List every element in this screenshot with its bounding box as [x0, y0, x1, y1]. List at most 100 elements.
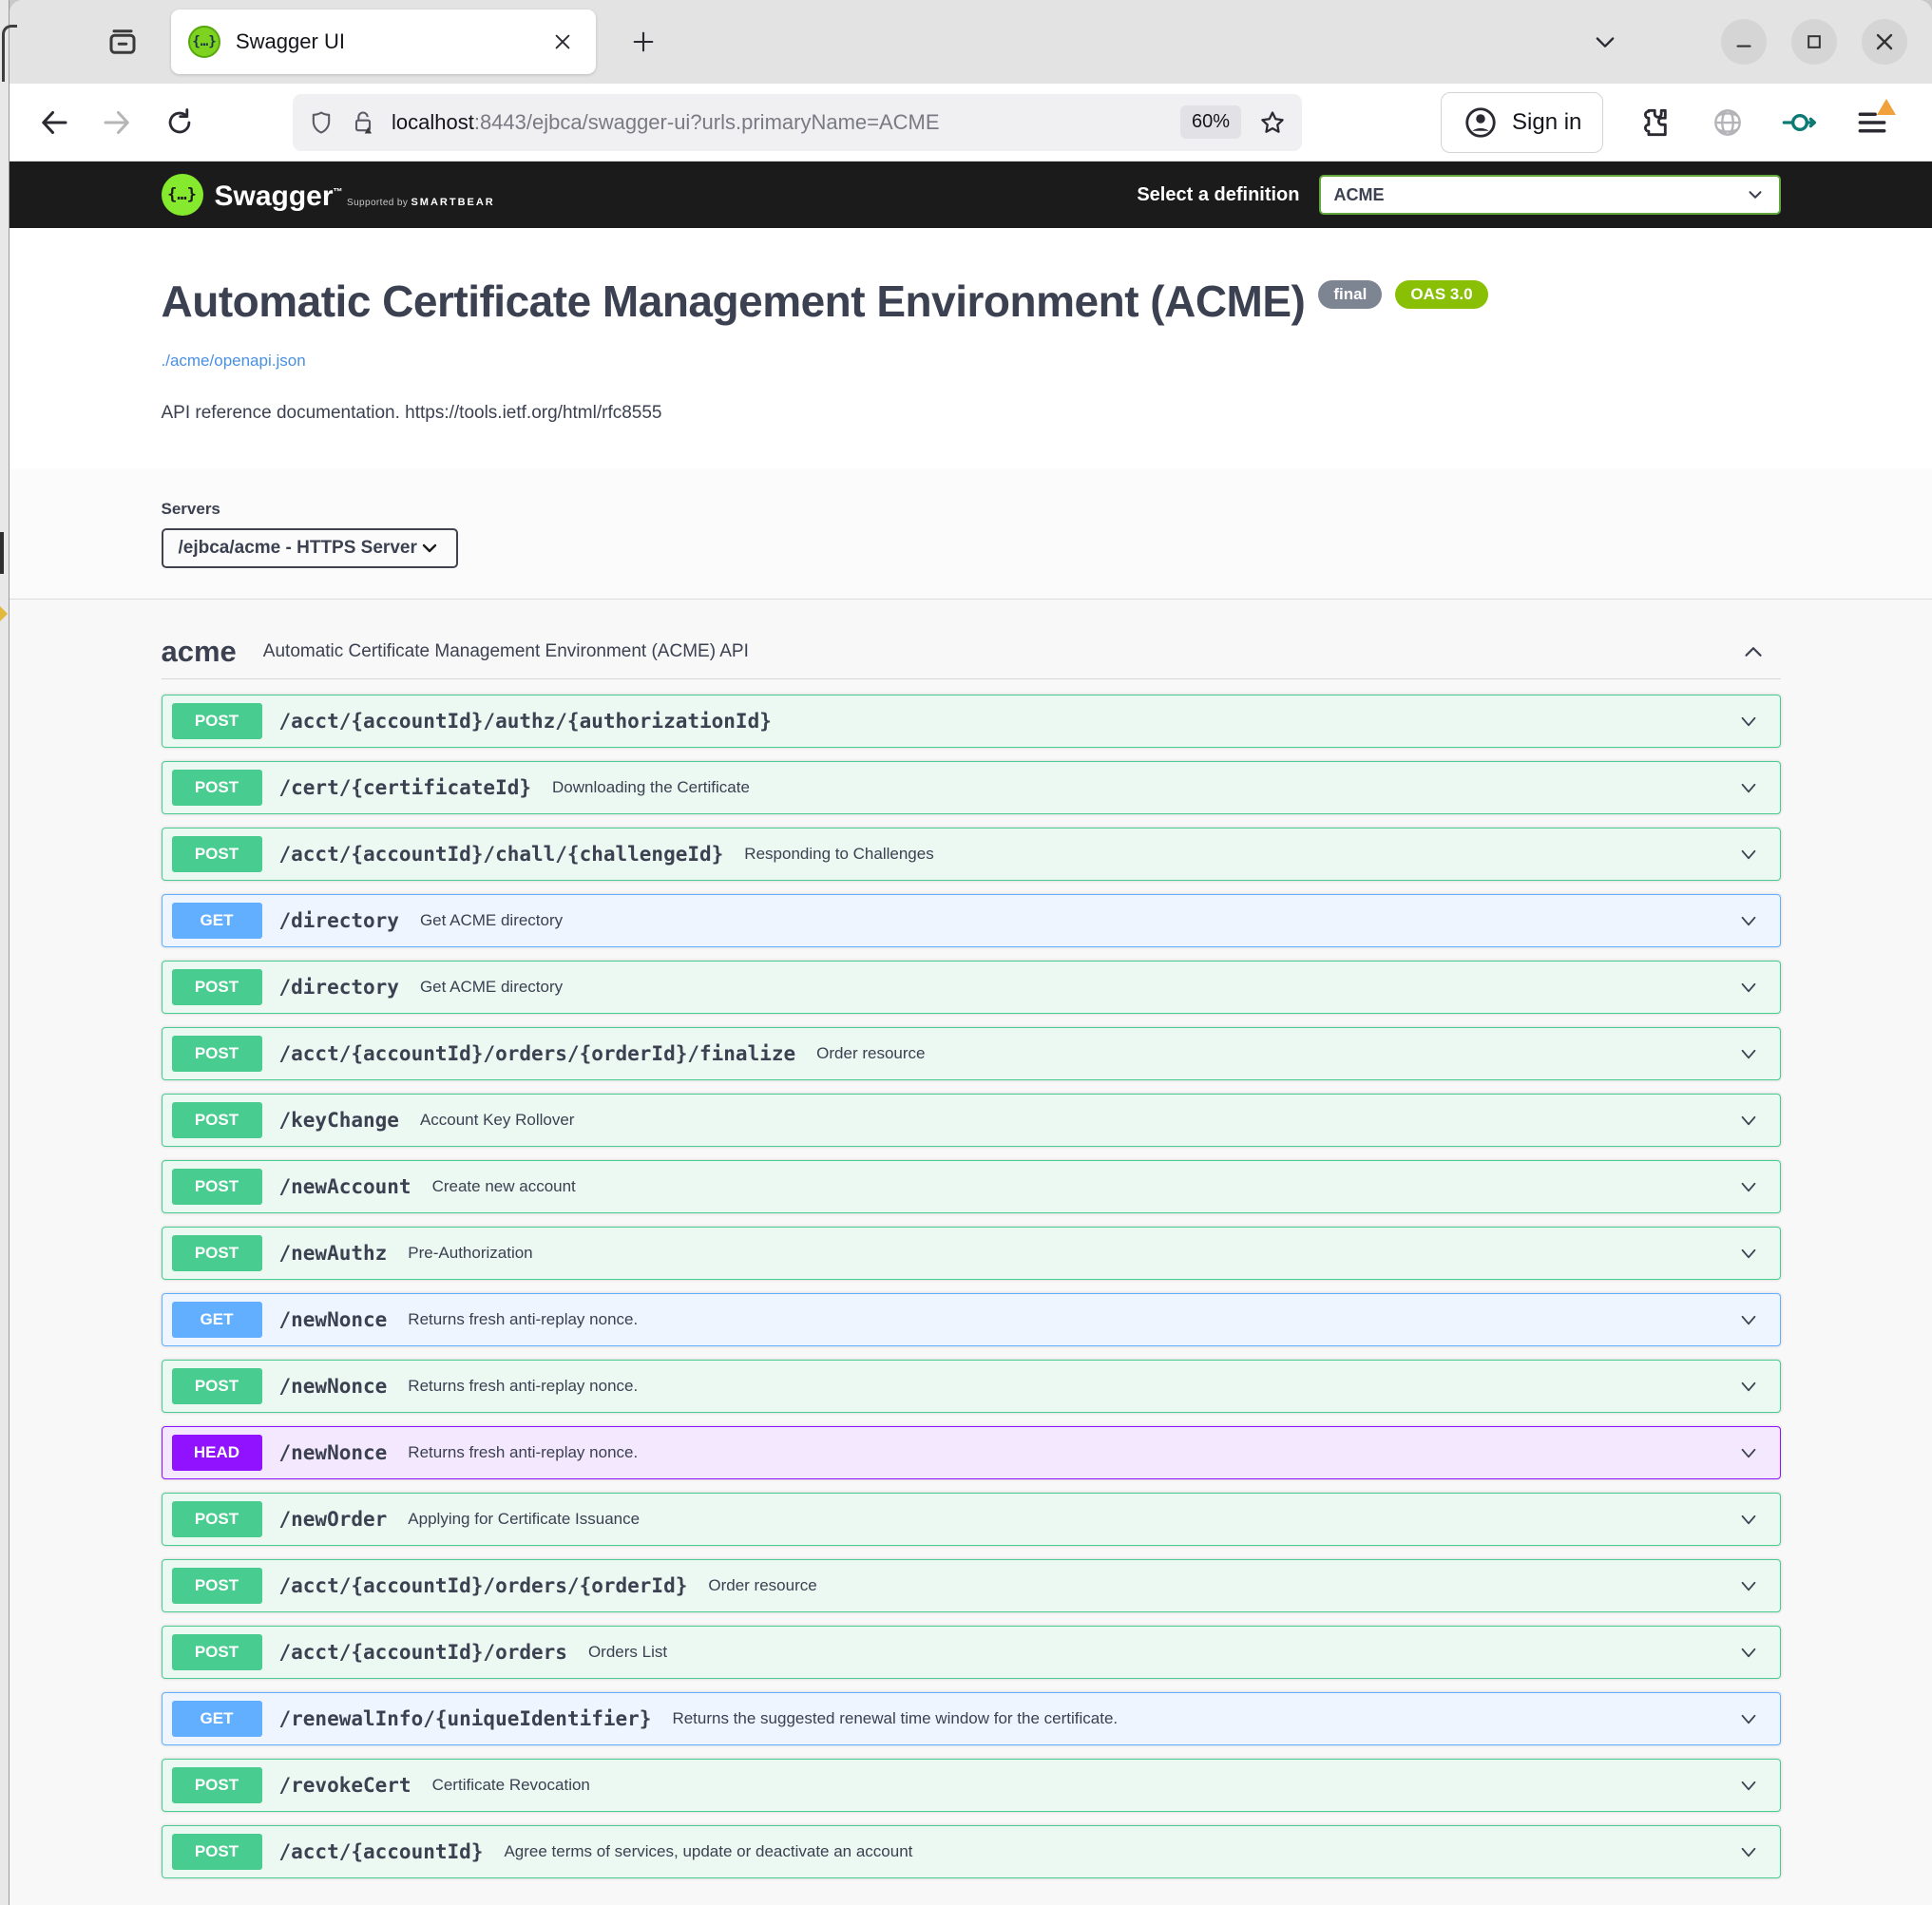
shield-icon[interactable]	[308, 109, 335, 136]
list-all-tabs-icon[interactable]	[1592, 29, 1618, 55]
endpoint-row[interactable]: POST /acct/{accountId}/orders Orders Lis…	[162, 1626, 1781, 1679]
endpoint-row[interactable]: POST /acct/{accountId}/orders/{orderId}/…	[162, 1027, 1781, 1080]
minimize-button[interactable]	[1721, 19, 1767, 65]
chevron-down-icon[interactable]	[1736, 775, 1761, 800]
back-button[interactable]	[36, 105, 72, 141]
chevron-down-icon[interactable]	[1736, 1573, 1761, 1598]
chevron-down-icon[interactable]	[1736, 1108, 1761, 1133]
tab-bar: {…} Swagger UI	[10, 0, 1932, 84]
swagger-logo: {…} Swagger™ Supported by SMARTBEAR	[162, 174, 495, 216]
endpoint-row[interactable]: POST /newAuthz Pre-Authorization	[162, 1227, 1781, 1280]
sign-in-button[interactable]: Sign in	[1441, 92, 1603, 153]
account-icon	[1463, 105, 1499, 141]
chevron-down-icon[interactable]	[1736, 1041, 1761, 1066]
endpoint-summary: Order resource	[708, 1576, 816, 1595]
endpoint-summary: Responding to Challenges	[744, 845, 933, 864]
new-tab-button[interactable]	[621, 19, 666, 65]
servers-select[interactable]: /ejbca/acme - HTTPS Server	[162, 528, 458, 568]
endpoint-row[interactable]: POST /acct/{accountId}/authz/{authorizat…	[162, 695, 1781, 748]
tab-title: Swagger UI	[236, 29, 546, 54]
chevron-down-icon[interactable]	[1736, 1640, 1761, 1665]
menu-hamburger-icon[interactable]	[1852, 103, 1892, 143]
endpoint-summary: Returns the suggested renewal time windo…	[672, 1709, 1118, 1728]
chevron-down-icon[interactable]	[1736, 1440, 1761, 1465]
chevron-down-icon[interactable]	[1736, 975, 1761, 1000]
endpoint-row[interactable]: POST /keyChange Account Key Rollover	[162, 1094, 1781, 1147]
method-badge: POST	[172, 1834, 262, 1870]
address-bar[interactable]: localhost:8443/ejbca/swagger-ui?urls.pri…	[293, 94, 1302, 151]
close-window-button[interactable]	[1862, 19, 1907, 65]
endpoint-path: /newAuthz	[279, 1242, 388, 1265]
endpoint-row[interactable]: POST /revokeCert Certificate Revocation	[162, 1759, 1781, 1812]
proxy-connection-icon[interactable]	[1780, 103, 1820, 143]
bookmark-star-icon[interactable]	[1258, 108, 1287, 137]
chevron-down-icon[interactable]	[1736, 1374, 1761, 1399]
endpoint-summary: Orders List	[588, 1643, 667, 1662]
api-info-section: Automatic Certificate Management Environ…	[10, 228, 1932, 469]
endpoint-row[interactable]: GET /renewalInfo/{uniqueIdentifier} Retu…	[162, 1692, 1781, 1745]
endpoint-row[interactable]: HEAD /newNonce Returns fresh anti-replay…	[162, 1426, 1781, 1479]
method-badge: POST	[172, 836, 262, 872]
globe-icon[interactable]	[1708, 103, 1748, 143]
chevron-down-icon[interactable]	[1736, 1174, 1761, 1199]
definition-select[interactable]: ACME	[1319, 175, 1781, 215]
tab-close-icon[interactable]	[546, 26, 579, 58]
chevron-down-icon[interactable]	[1736, 1706, 1761, 1731]
sign-in-label: Sign in	[1512, 109, 1581, 136]
swagger-topbar: {…} Swagger™ Supported by SMARTBEAR Sele…	[10, 162, 1932, 228]
endpoint-row[interactable]: GET /directory Get ACME directory	[162, 894, 1781, 947]
endpoint-summary: Returns fresh anti-replay nonce.	[408, 1443, 638, 1462]
method-badge: POST	[172, 1767, 262, 1803]
chevron-down-icon[interactable]	[1736, 1241, 1761, 1266]
tag-header[interactable]: acme Automatic Certificate Management En…	[162, 624, 1781, 679]
chevron-down-icon[interactable]	[1736, 1839, 1761, 1864]
endpoint-path: /acct/{accountId}	[279, 1840, 484, 1863]
chevron-down-icon[interactable]	[1736, 709, 1761, 733]
method-badge: POST	[172, 770, 262, 806]
endpoint-row[interactable]: POST /acct/{accountId} Agree terms of se…	[162, 1825, 1781, 1878]
endpoint-summary: Get ACME directory	[420, 978, 563, 997]
swagger-favicon-icon: {…}	[188, 26, 220, 58]
browser-tab[interactable]: {…} Swagger UI	[171, 10, 596, 74]
openapi-spec-link[interactable]: ./acme/openapi.json	[162, 352, 1781, 371]
firefox-view-icon[interactable]	[103, 22, 143, 62]
reload-button[interactable]	[162, 105, 198, 141]
endpoint-path: /directory	[279, 909, 399, 932]
endpoint-summary: Get ACME directory	[420, 911, 563, 930]
chevron-down-icon[interactable]	[1736, 842, 1761, 867]
chevron-down-icon[interactable]	[1736, 1507, 1761, 1532]
endpoint-path: /newAccount	[279, 1175, 411, 1198]
chevron-down-icon	[1745, 184, 1766, 205]
endpoint-row[interactable]: POST /newAccount Create new account	[162, 1160, 1781, 1213]
servers-section: Servers /ejbca/acme - HTTPS Server	[10, 469, 1932, 600]
forward-button[interactable]	[99, 105, 135, 141]
endpoint-row[interactable]: POST /newOrder Applying for Certificate …	[162, 1493, 1781, 1546]
zoom-level-badge[interactable]: 60%	[1180, 105, 1241, 139]
url-path: :8443/ejbca/swagger-ui?urls.primaryName=…	[474, 110, 940, 134]
window-controls	[1592, 0, 1932, 84]
endpoint-row[interactable]: POST /cert/{certificateId} Downloading t…	[162, 761, 1781, 814]
servers-select-value: /ejbca/acme - HTTPS Server	[179, 538, 418, 559]
endpoint-row[interactable]: POST /acct/{accountId}/chall/{challengeI…	[162, 828, 1781, 881]
lock-warning-icon[interactable]	[350, 109, 376, 136]
endpoint-path: /renewalInfo/{uniqueIdentifier}	[279, 1707, 652, 1730]
maximize-button[interactable]	[1791, 19, 1837, 65]
final-badge: final	[1318, 280, 1382, 309]
chevron-down-icon[interactable]	[1736, 908, 1761, 933]
chevron-down-icon[interactable]	[1736, 1307, 1761, 1332]
extensions-puzzle-icon[interactable]	[1636, 103, 1675, 143]
url-text: localhost:8443/ejbca/swagger-ui?urls.pri…	[392, 110, 1180, 135]
tag-name: acme	[162, 635, 237, 669]
chevron-down-icon[interactable]	[1736, 1773, 1761, 1798]
endpoint-summary: Returns fresh anti-replay nonce.	[408, 1377, 638, 1396]
endpoint-row[interactable]: POST /directory Get ACME directory	[162, 961, 1781, 1014]
method-badge: POST	[172, 1568, 262, 1604]
method-badge: POST	[172, 1235, 262, 1271]
endpoint-summary: Pre-Authorization	[408, 1244, 532, 1263]
endpoint-summary: Create new account	[432, 1177, 576, 1196]
endpoint-row[interactable]: GET /newNonce Returns fresh anti-replay …	[162, 1293, 1781, 1346]
chevron-up-icon[interactable]	[1739, 638, 1768, 666]
endpoint-row[interactable]: POST /newNonce Returns fresh anti-replay…	[162, 1360, 1781, 1413]
endpoint-row[interactable]: POST /acct/{accountId}/orders/{orderId} …	[162, 1559, 1781, 1612]
method-badge: POST	[172, 703, 262, 739]
